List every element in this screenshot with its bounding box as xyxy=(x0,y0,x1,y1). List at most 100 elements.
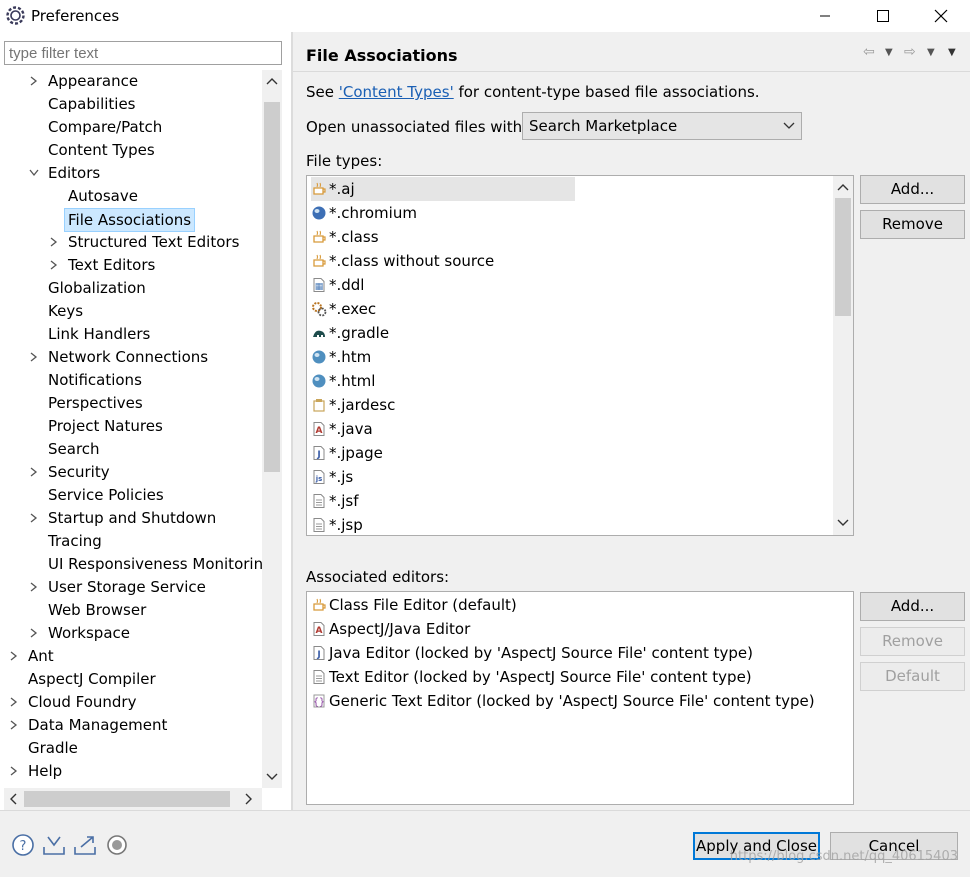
tree-horizontal-scrollbar[interactable] xyxy=(4,788,262,810)
tree-item[interactable]: Project Natures xyxy=(0,415,262,437)
tree-item[interactable]: Perspectives xyxy=(0,392,262,414)
tree-item[interactable]: Web Browser xyxy=(0,599,262,621)
add-editor-button[interactable]: Add... xyxy=(860,592,965,621)
file-type-label: *.jardesc xyxy=(329,396,396,414)
file-type-item[interactable]: *.gradle xyxy=(311,321,389,345)
chevron-right-icon[interactable] xyxy=(28,461,40,483)
minimize-button[interactable] xyxy=(796,0,854,32)
chevron-right-icon[interactable] xyxy=(48,254,60,276)
chevron-right-icon[interactable] xyxy=(8,760,20,782)
editor-item[interactable]: J Java Editor (locked by 'AspectJ Source … xyxy=(311,641,753,665)
tree-item[interactable]: Editors xyxy=(0,162,262,184)
tree-item[interactable]: Startup and Shutdown xyxy=(0,507,262,529)
chevron-right-icon[interactable] xyxy=(28,622,40,644)
default-editor-button[interactable]: Default xyxy=(860,662,965,691)
tree-item[interactable]: Notifications xyxy=(0,369,262,391)
chevron-right-icon[interactable] xyxy=(28,576,40,598)
maximize-button[interactable] xyxy=(854,0,912,32)
tree-item[interactable]: Service Policies xyxy=(0,484,262,506)
file-type-item[interactable]: *.jardesc xyxy=(311,393,395,417)
file-type-label: *.ddl xyxy=(329,276,365,294)
tree-item[interactable]: Compare/Patch xyxy=(0,116,262,138)
editor-item[interactable]: Text Editor (locked by 'AspectJ Source F… xyxy=(311,665,752,689)
tree-item[interactable]: Structured Text Editors xyxy=(0,231,262,253)
close-button[interactable] xyxy=(912,0,970,32)
text-file-icon xyxy=(313,670,325,684)
chevron-right-icon[interactable] xyxy=(28,70,40,92)
chevron-down-icon[interactable] xyxy=(28,162,40,184)
chevron-right-icon[interactable] xyxy=(28,507,40,529)
chevron-right-icon[interactable] xyxy=(48,231,60,253)
tree-item[interactable]: Network Connections xyxy=(0,346,262,368)
remove-file-type-button[interactable]: Remove xyxy=(860,210,965,239)
chevron-right-icon[interactable] xyxy=(8,691,20,713)
tree-item[interactable]: Data Management xyxy=(0,714,262,736)
tree-item[interactable]: User Storage Service xyxy=(0,576,262,598)
tree-item[interactable]: Capabilities xyxy=(0,93,262,115)
import-icon[interactable] xyxy=(42,833,66,857)
file-types-scrollbar[interactable] xyxy=(833,176,853,535)
file-type-label: *.aj xyxy=(329,180,355,198)
file-type-item[interactable]: *.html xyxy=(311,369,375,393)
tree-item[interactable]: Search xyxy=(0,438,262,460)
back-menu-chevron-icon[interactable]: ▼ xyxy=(885,47,893,58)
export-icon[interactable] xyxy=(73,833,97,857)
editor-item[interactable]: A AspectJ/Java Editor xyxy=(311,617,470,641)
chevron-right-icon[interactable] xyxy=(28,346,40,368)
editor-item[interactable]: Class File Editor (default) xyxy=(311,593,517,617)
file-types-list[interactable]: *.aj *.chromium *.class *.class without sou… xyxy=(306,175,854,536)
associated-editors-list[interactable]: Class File Editor (default) A AspectJ/Java… xyxy=(306,591,854,805)
tree-item[interactable]: Tracing xyxy=(0,530,262,552)
tree-item[interactable]: Link Handlers xyxy=(0,323,262,345)
forward-menu-chevron-icon[interactable]: ▼ xyxy=(927,47,935,58)
help-icon[interactable]: ? xyxy=(11,833,35,857)
back-arrow-icon[interactable]: ⇦ xyxy=(863,44,875,60)
file-type-item[interactable]: *.jsp xyxy=(311,513,363,535)
remove-editor-button[interactable]: Remove xyxy=(860,627,965,656)
file-type-item[interactable]: *.exec xyxy=(311,297,376,321)
tree-item[interactable]: Appearance xyxy=(0,70,262,92)
tree-item[interactable]: Security xyxy=(0,461,262,483)
tree-item[interactable]: Help xyxy=(0,760,262,782)
filter-input[interactable] xyxy=(4,41,282,65)
file-type-item[interactable]: *.class xyxy=(311,225,379,249)
tree-item-label: Text Editors xyxy=(68,256,156,274)
tree-scroll-thumb[interactable] xyxy=(264,102,280,472)
file-type-item[interactable]: A *.java xyxy=(311,417,373,441)
tree-item[interactable]: Content Types xyxy=(0,139,262,161)
file-type-item[interactable]: ▦ *.ddl xyxy=(311,273,364,297)
forward-arrow-icon[interactable]: ⇨ xyxy=(904,44,916,60)
file-type-item[interactable]: J *.jpage xyxy=(311,441,383,465)
content-types-link[interactable]: 'Content Types' xyxy=(339,83,454,101)
file-type-item[interactable]: js *.js xyxy=(311,465,353,489)
tree-item-label: Project Natures xyxy=(48,417,163,435)
tree-item[interactable]: AspectJ Compiler xyxy=(0,668,262,690)
file-type-item[interactable]: *.jsf xyxy=(311,489,359,513)
open-unassociated-select[interactable]: Search Marketplace xyxy=(522,112,802,140)
chevron-right-icon[interactable] xyxy=(8,714,20,736)
file-types-scroll-thumb[interactable] xyxy=(835,198,851,316)
generic-editor-icon: {} xyxy=(313,694,325,708)
tree-vertical-scrollbar[interactable] xyxy=(262,70,282,788)
tree-item[interactable]: UI Responsiveness Monitoring xyxy=(0,553,262,575)
tree-item[interactable]: Keys xyxy=(0,300,262,322)
view-menu-icon[interactable]: ▼ xyxy=(948,47,956,58)
tree-item[interactable]: Text Editors xyxy=(0,254,262,276)
add-file-type-button[interactable]: Add... xyxy=(860,175,965,204)
tree-item[interactable]: File Associations xyxy=(0,208,262,232)
tree-item[interactable]: Workspace xyxy=(0,622,262,644)
tree-item[interactable]: Autosave xyxy=(0,185,262,207)
tree-item[interactable]: Cloud Foundry xyxy=(0,691,262,713)
preferences-tree[interactable]: Appearance Capabilities Compare/Patch Conte… xyxy=(0,70,262,788)
file-type-item[interactable]: *.htm xyxy=(311,345,371,369)
file-type-item[interactable]: *.aj xyxy=(311,177,575,201)
chevron-right-icon[interactable] xyxy=(8,645,20,667)
file-type-item[interactable]: *.class without source xyxy=(311,249,494,273)
tree-item[interactable]: Ant xyxy=(0,645,262,667)
file-type-item[interactable]: *.chromium xyxy=(311,201,417,225)
editor-item[interactable]: {} Generic Text Editor (locked by 'Aspect… xyxy=(311,689,815,713)
tree-hscroll-thumb[interactable] xyxy=(24,791,230,807)
record-icon[interactable] xyxy=(105,833,129,857)
tree-item[interactable]: Gradle xyxy=(0,737,262,759)
tree-item[interactable]: Globalization xyxy=(0,277,262,299)
